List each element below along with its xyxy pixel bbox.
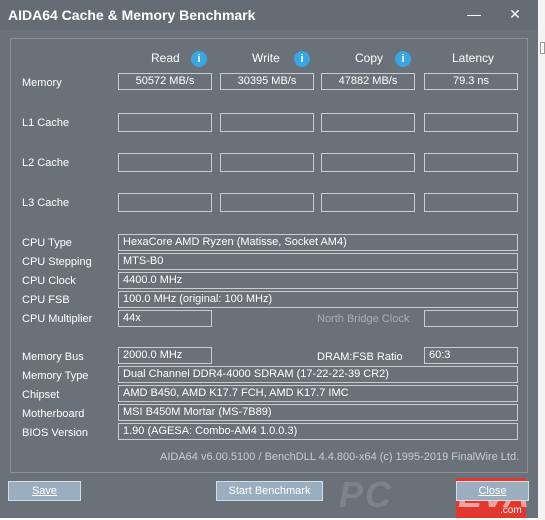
latency-header: Latency: [452, 51, 495, 65]
cpu-clock-label: CPU Clock: [22, 275, 76, 287]
l1-cache-label: L1 Cache: [22, 117, 70, 129]
memory-bus-label: Memory Bus: [22, 351, 84, 363]
cpu-type-value: HexaCore AMD Ryzen (Matisse, Socket AM4): [118, 234, 518, 251]
l2-read-value: [118, 153, 212, 172]
memory-read-value: 50572 MB/s: [118, 73, 212, 90]
background-edge: [538, 0, 545, 520]
save-button[interactable]: Save: [8, 481, 81, 501]
l1-read-value: [118, 113, 212, 132]
chipset-label: Chipset: [22, 389, 60, 401]
close-window-button[interactable]: ✕: [502, 3, 528, 25]
cpu-stepping-label: CPU Stepping: [22, 256, 92, 268]
l1-latency-value: [424, 113, 518, 132]
benchmark-window: AIDA64 Cache & Memory Benchmark — ✕ Read…: [0, 0, 538, 518]
l2-copy-value: [321, 153, 415, 172]
copy-header: Copy: [355, 51, 384, 65]
background-window-icon: [540, 42, 545, 54]
l3-write-value: [220, 193, 314, 212]
title-bar: AIDA64 Cache & Memory Benchmark — ✕: [0, 0, 538, 30]
results-panel: Read i Write i Copy i Latency Memory 505…: [10, 38, 528, 473]
north-bridge-clock-label: North Bridge Clock: [317, 313, 410, 325]
cpu-fsb-value: 100.0 MHz (original: 100 MHz): [118, 291, 518, 308]
north-bridge-clock-value: [424, 310, 518, 327]
cpu-multiplier-value: 44x: [118, 310, 212, 327]
copy-info-icon[interactable]: i: [395, 51, 411, 67]
version-footer: AIDA64 v6.00.5100 / BenchDLL 4.4.800-x64…: [160, 451, 520, 463]
cpu-stepping-value: MTS-B0: [118, 253, 518, 270]
motherboard-label: Motherboard: [22, 408, 85, 420]
minimize-button[interactable]: —: [461, 3, 487, 25]
l3-copy-value: [321, 193, 415, 212]
bios-version-label: BIOS Version: [22, 427, 89, 439]
l2-write-value: [220, 153, 314, 172]
cpu-multiplier-label: CPU Multiplier: [22, 313, 93, 325]
cpu-clock-value: 4400.0 MHz: [118, 272, 518, 289]
watermark-logo-text: PC: [339, 474, 394, 515]
dram-fsb-ratio-value: 60:3: [424, 347, 518, 364]
bios-version-value: 1.90 (AGESA: Combo-AM4 1.0.0.3): [118, 423, 518, 440]
memory-label: Memory: [22, 77, 62, 89]
watermark-domain: .com: [500, 505, 522, 516]
l1-copy-value: [321, 113, 415, 132]
write-info-icon[interactable]: i: [294, 51, 310, 67]
start-benchmark-button[interactable]: Start Benchmark: [216, 481, 323, 501]
close-button[interactable]: Close: [456, 481, 529, 501]
motherboard-value: MSI B450M Mortar (MS-7B89): [118, 404, 518, 421]
memory-type-label: Memory Type: [22, 370, 89, 382]
l3-read-value: [118, 193, 212, 212]
l3-latency-value: [424, 193, 518, 212]
l2-cache-label: L2 Cache: [22, 157, 70, 169]
l3-cache-label: L3 Cache: [22, 197, 70, 209]
memory-write-value: 30395 MB/s: [220, 73, 314, 90]
memory-bus-value: 2000.0 MHz: [118, 347, 212, 364]
memory-latency-value: 79.3 ns: [424, 73, 518, 90]
cpu-type-label: CPU Type: [22, 237, 72, 249]
dram-fsb-ratio-label: DRAM:FSB Ratio: [317, 351, 403, 363]
window-title: AIDA64 Cache & Memory Benchmark: [8, 7, 256, 23]
read-info-icon[interactable]: i: [191, 51, 207, 67]
l1-write-value: [220, 113, 314, 132]
read-header: Read: [151, 51, 180, 65]
memory-copy-value: 47882 MB/s: [321, 73, 415, 90]
write-header: Write: [252, 51, 280, 65]
l2-latency-value: [424, 153, 518, 172]
chipset-value: AMD B450, AMD K17.7 FCH, AMD K17.7 IMC: [118, 385, 518, 402]
memory-type-value: Dual Channel DDR4-4000 SDRAM (17-22-22-3…: [118, 366, 518, 383]
cpu-fsb-label: CPU FSB: [22, 294, 70, 306]
